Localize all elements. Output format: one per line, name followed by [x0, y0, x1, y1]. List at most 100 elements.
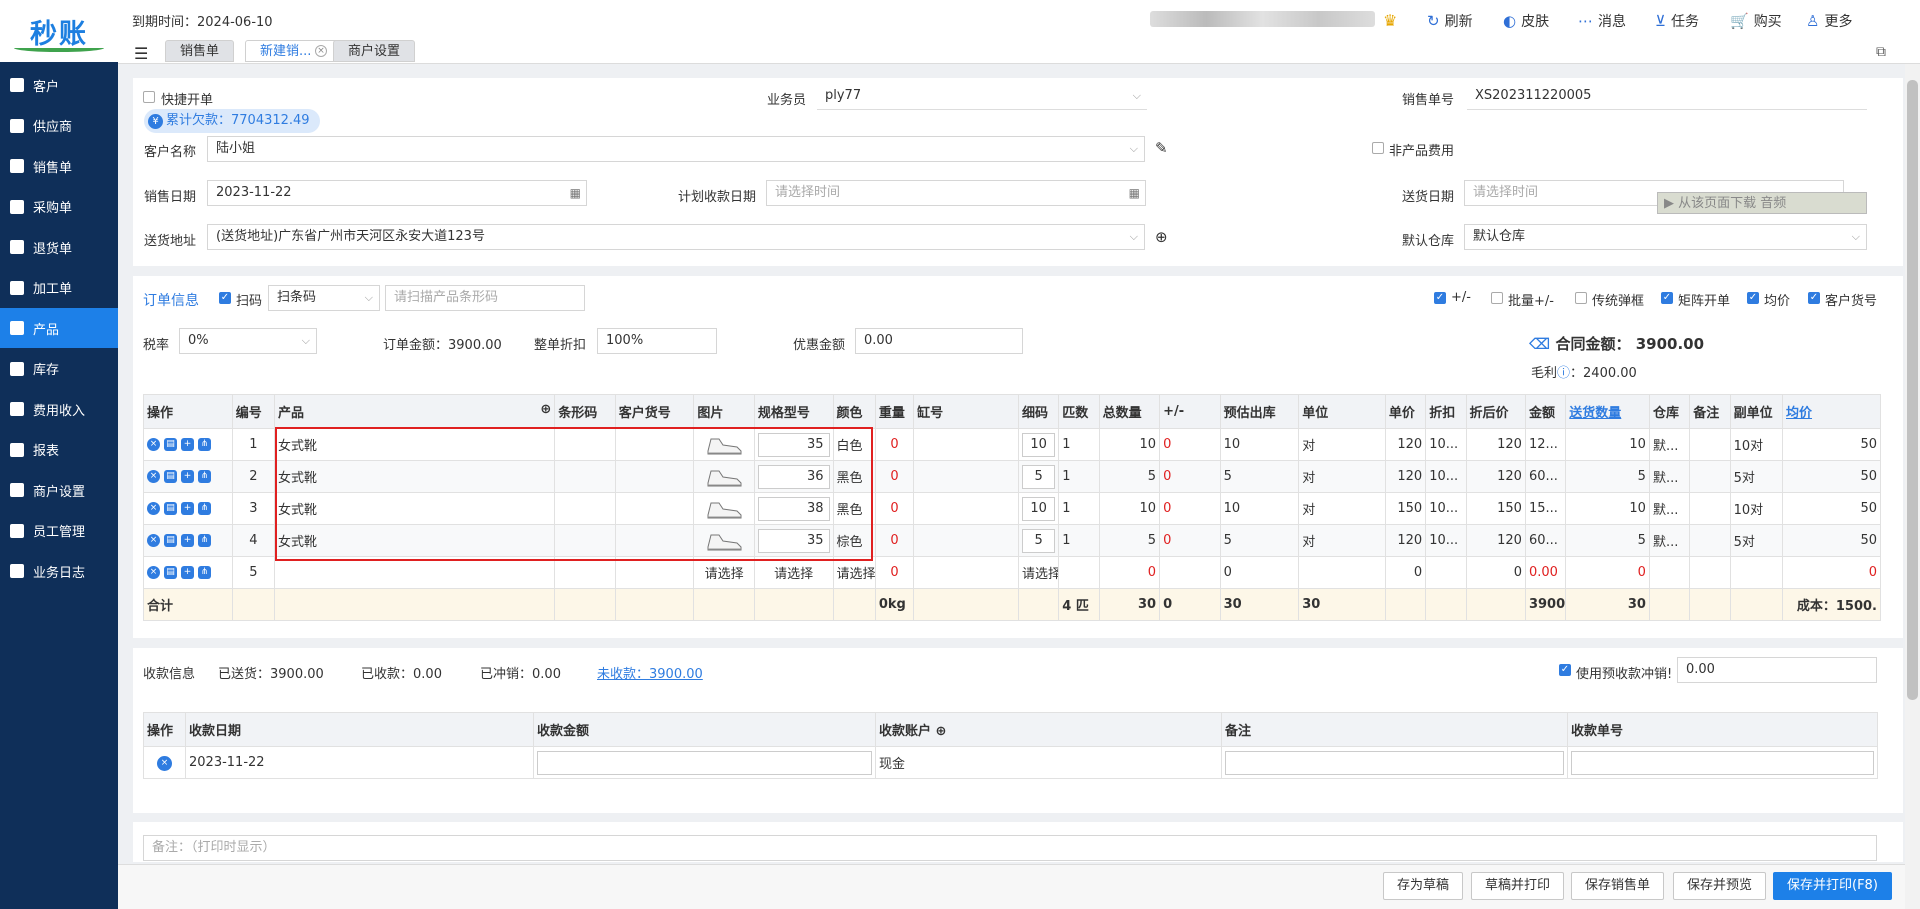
code-value[interactable]: 10: [1021, 432, 1056, 457]
deliver-qty-cell[interactable]: 10: [1565, 428, 1650, 461]
draft-print-button[interactable]: 草稿并打印: [1471, 872, 1565, 900]
batch-cell[interactable]: [913, 492, 1019, 525]
sidebar-item-merchant-settings[interactable]: 商户设置: [0, 470, 118, 510]
delete-row-icon[interactable]: ×: [147, 470, 160, 483]
batch-cell[interactable]: [913, 524, 1019, 557]
size-cell[interactable]: 35: [753, 524, 834, 557]
window-icon[interactable]: ⧉: [1876, 44, 1886, 60]
weight-cell[interactable]: 0: [874, 556, 915, 589]
color-cell[interactable]: 棕色: [832, 524, 876, 557]
price-cell[interactable]: 120: [1384, 460, 1427, 493]
task-button[interactable]: ⊻ 任务: [1655, 11, 1699, 31]
delete-payment-icon[interactable]: ×: [143, 746, 186, 779]
plusminus-cell[interactable]: 0: [1159, 492, 1221, 525]
after-price-cell[interactable]: 0: [1465, 556, 1526, 589]
unit-cell[interactable]: 对: [1298, 460, 1386, 493]
delete-row-icon[interactable]: ×: [147, 502, 160, 515]
warehouse-cell[interactable]: 默...: [1648, 492, 1691, 525]
crown-icon[interactable]: ♛: [1383, 11, 1397, 30]
product-name[interactable]: 女式靴: [274, 524, 556, 557]
color-select[interactable]: 请选择: [832, 556, 876, 589]
column-header[interactable]: 均价: [1782, 394, 1881, 429]
add-row-icon[interactable]: +: [181, 566, 194, 579]
add-address-icon[interactable]: ⊕: [1155, 228, 1168, 246]
payment-date[interactable]: 2023-11-22: [185, 746, 534, 779]
sidebar-item-business-log[interactable]: 业务日志: [0, 551, 118, 591]
batch-cell[interactable]: [913, 556, 1019, 589]
price-cell[interactable]: 0: [1384, 556, 1427, 589]
payment-remark-cell[interactable]: [1221, 746, 1568, 779]
price-cell[interactable]: 120: [1384, 524, 1427, 557]
color-cell[interactable]: 黑色: [832, 460, 876, 493]
buy-button[interactable]: 🛒 购买: [1730, 11, 1782, 31]
opt-batch-checkbox[interactable]: [1491, 292, 1503, 304]
code-value[interactable]: 10: [1021, 496, 1056, 521]
customer-sku-cell[interactable]: [614, 492, 695, 525]
after-price-cell[interactable]: 120: [1465, 460, 1526, 493]
copy-row-icon[interactable]: ▤: [164, 534, 177, 547]
nonproduct-checkbox[interactable]: [1372, 142, 1384, 154]
product-image[interactable]: [693, 428, 755, 461]
barcode-cell[interactable]: [554, 492, 616, 525]
payment-no-input[interactable]: [1571, 750, 1874, 775]
save-order-button[interactable]: 保存销售单: [1571, 872, 1665, 900]
customer-sku-cell[interactable]: [614, 524, 695, 557]
customer-sku-cell[interactable]: [614, 556, 695, 589]
message-button[interactable]: ⋯ 消息: [1578, 11, 1626, 31]
column-header[interactable]: 产品 ⊕: [274, 394, 556, 429]
unit-cell[interactable]: 对: [1298, 428, 1386, 461]
delete-row-icon[interactable]: ×: [147, 566, 160, 579]
image-select[interactable]: 请选择: [693, 556, 755, 589]
code-value[interactable]: 5: [1021, 464, 1056, 489]
unit-cell[interactable]: [1298, 556, 1386, 589]
remark-cell[interactable]: [1689, 524, 1731, 557]
size-cell[interactable]: 35: [753, 428, 834, 461]
deliver-qty-cell[interactable]: 0: [1565, 556, 1650, 589]
amount-cell[interactable]: 12...: [1524, 428, 1567, 461]
discount-cell[interactable]: 10...: [1425, 492, 1467, 525]
payment-remark-input[interactable]: [1225, 750, 1564, 775]
save-draft-button[interactable]: 存为草稿: [1383, 872, 1464, 900]
menu-toggle-icon[interactable]: ☰: [134, 44, 148, 63]
salesman-select[interactable]: ply77 ⌵: [817, 84, 1147, 110]
copy-row-icon[interactable]: ▤: [164, 502, 177, 515]
remark-input[interactable]: 备注：（打印时显示）: [143, 835, 1877, 861]
discount-cell[interactable]: 10...: [1425, 460, 1467, 493]
save-print-button[interactable]: 保存并打印(F8): [1773, 872, 1892, 900]
amount-cell[interactable]: 15...: [1524, 492, 1567, 525]
after-price-cell[interactable]: 120: [1465, 524, 1526, 557]
more-button[interactable]: ♙ 更多: [1806, 11, 1852, 31]
warehouse-cell[interactable]: 默...: [1648, 524, 1691, 557]
price-cell[interactable]: 120: [1384, 428, 1427, 461]
plusminus-cell[interactable]: 0: [1159, 524, 1221, 557]
size-value[interactable]: 38: [757, 496, 830, 521]
split-row-icon[interactable]: ⋔: [198, 566, 211, 579]
warehouse-select[interactable]: 默认仓库 ⌵: [1464, 224, 1867, 250]
skin-button[interactable]: ◐ 皮肤: [1503, 11, 1549, 31]
code-value[interactable]: 5: [1021, 528, 1056, 553]
barcode-cell[interactable]: [554, 524, 616, 557]
payment-amount-cell[interactable]: [533, 746, 876, 779]
save-preview-button[interactable]: 保存并预览: [1673, 872, 1767, 900]
code-cell[interactable]: 5: [1017, 524, 1060, 557]
plusminus-cell[interactable]: 0: [1159, 460, 1221, 493]
opt-plusminus-checkbox[interactable]: ✓: [1434, 292, 1446, 304]
warehouse-cell[interactable]: 默...: [1648, 460, 1691, 493]
product-name[interactable]: [274, 556, 556, 589]
copy-row-icon[interactable]: ▤: [164, 566, 177, 579]
refresh-button[interactable]: ↻ 刷新: [1427, 11, 1473, 31]
sidebar-item-fee-income[interactable]: 费用收入: [0, 389, 118, 429]
color-cell[interactable]: 白色: [832, 428, 876, 461]
sidebar-item-purchase-order[interactable]: 采购单: [0, 187, 118, 227]
unit-cell[interactable]: 对: [1298, 492, 1386, 525]
batch-cell[interactable]: [913, 428, 1019, 461]
sidebar-item-return-order[interactable]: 退货单: [0, 227, 118, 267]
prepay-input[interactable]: 0.00: [1677, 657, 1877, 683]
add-row-icon[interactable]: +: [181, 534, 194, 547]
size-cell[interactable]: 38: [753, 492, 834, 525]
column-header[interactable]: 送货数量: [1565, 394, 1650, 429]
size-value[interactable]: 35: [757, 528, 830, 553]
size-select[interactable]: 请选择: [753, 556, 834, 589]
prepay-checkbox[interactable]: ✓: [1559, 664, 1571, 676]
after-price-cell[interactable]: 120: [1465, 428, 1526, 461]
